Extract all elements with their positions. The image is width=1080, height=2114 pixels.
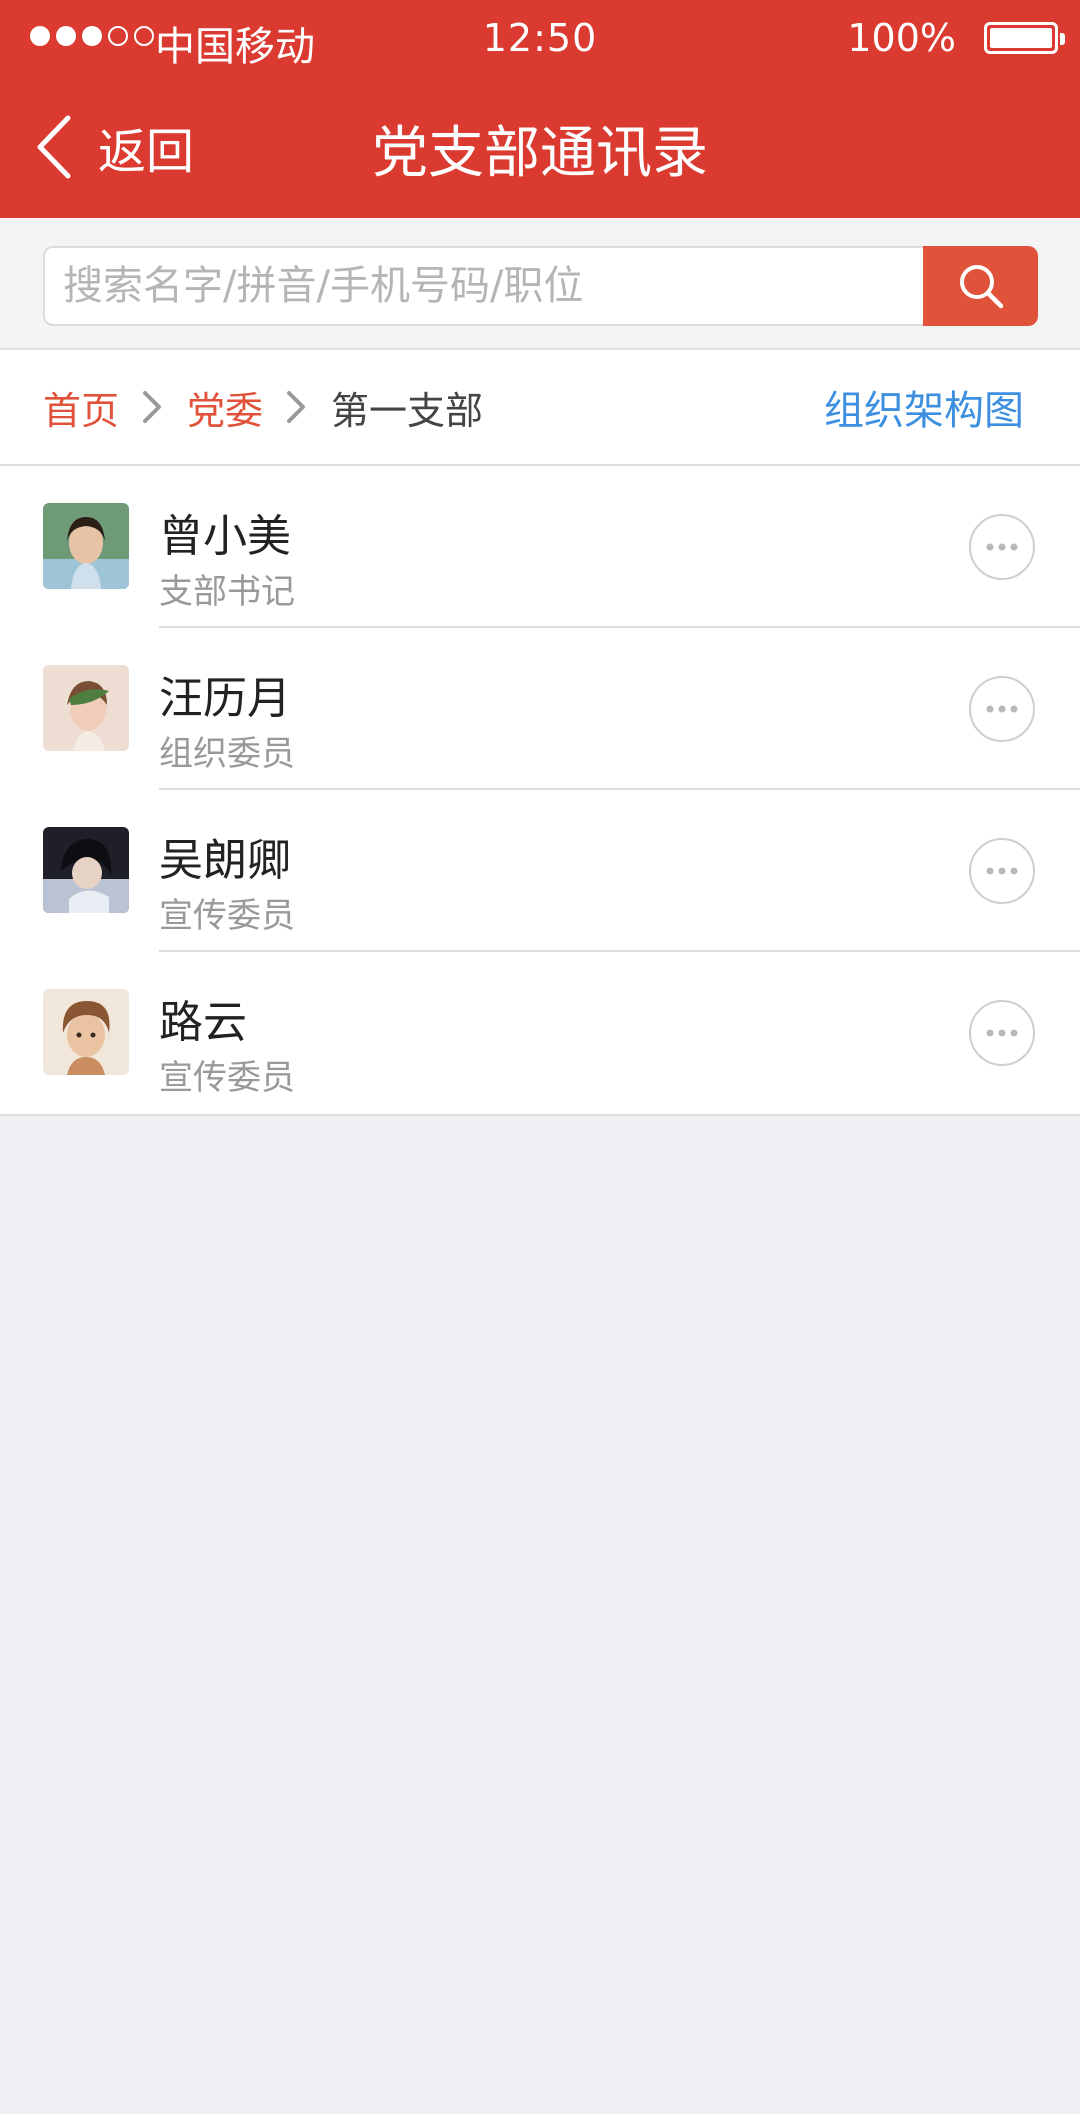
member-name: 曾小美 — [159, 511, 291, 562]
avatar — [43, 827, 129, 913]
member-role: 宣传委员 — [159, 1058, 295, 1098]
member-role: 组织委员 — [159, 734, 295, 774]
more-dots-icon — [986, 1029, 1018, 1037]
more-dots-icon — [986, 543, 1018, 551]
member-role: 支部书记 — [159, 572, 295, 612]
more-button[interactable] — [969, 838, 1035, 904]
navigation-bar: 返回 党支部通讯录 — [0, 78, 1080, 218]
back-button[interactable]: 返回 — [34, 112, 194, 182]
chevron-right-icon — [143, 391, 162, 423]
breadcrumb-current: 第一支部 — [331, 388, 484, 433]
magnifier-icon — [959, 265, 1003, 309]
list-item[interactable]: 路云 宣传委员 — [0, 952, 1080, 1114]
more-button[interactable] — [969, 1000, 1035, 1066]
member-role: 宣传委员 — [159, 896, 295, 936]
member-name: 汪历月 — [159, 673, 291, 724]
battery-icon — [984, 22, 1065, 54]
breadcrumb-party-committee[interactable]: 党委 — [187, 380, 263, 435]
breadcrumb-home[interactable]: 首页 — [43, 380, 119, 435]
breadcrumb: 首页 党委 第一支部 — [43, 350, 483, 464]
list-item[interactable]: 汪历月 组织委员 — [0, 628, 1080, 790]
org-chart-link[interactable]: 组织架构图 — [824, 350, 1024, 464]
search-input[interactable] — [43, 246, 925, 326]
header-bar: 中国移动 12:50 100% 返回 党支部通讯录 — [0, 0, 1080, 218]
search-button[interactable] — [923, 246, 1038, 326]
avatar — [43, 503, 129, 589]
more-button[interactable] — [969, 676, 1035, 742]
list-item[interactable]: 吴朗卿 宣传委员 — [0, 790, 1080, 952]
more-button[interactable] — [969, 514, 1035, 580]
member-name: 吴朗卿 — [159, 835, 291, 886]
chevron-left-icon — [37, 115, 71, 179]
breadcrumb-bar: 首页 党委 第一支部 组织架构图 — [0, 350, 1080, 466]
search-bar — [0, 218, 1080, 350]
status-bar: 中国移动 12:50 100% — [0, 0, 1080, 78]
avatar — [43, 989, 129, 1075]
back-label: 返回 — [98, 124, 195, 180]
more-dots-icon — [986, 867, 1018, 875]
member-name: 路云 — [159, 997, 247, 1048]
list-item[interactable]: 曾小美 支部书记 — [0, 466, 1080, 628]
avatar — [43, 665, 129, 751]
member-list: 曾小美 支部书记 汪历月 组织委员 吴朗卿 宣传委员 路云 宣传委员 — [0, 466, 1080, 1116]
battery-percent: 100% — [847, 16, 956, 60]
more-dots-icon — [986, 705, 1018, 713]
chevron-right-icon — [287, 391, 306, 423]
